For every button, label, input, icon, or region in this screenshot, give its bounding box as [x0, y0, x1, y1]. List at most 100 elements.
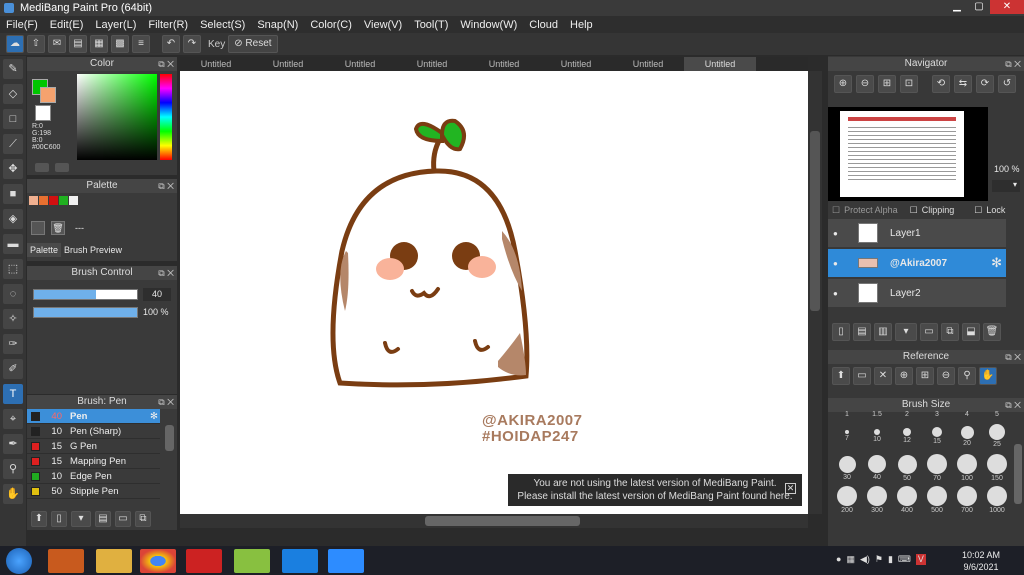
layer-row[interactable]: ● Layer2 [828, 279, 1006, 307]
brush-size-cell[interactable]: 20 [952, 420, 982, 452]
panel-close-icon[interactable]: ⧉ ✕ [1005, 350, 1021, 364]
panel-close-icon[interactable]: ⧉ ✕ [1005, 57, 1021, 71]
brush-size-cell[interactable]: 12 [892, 420, 922, 452]
select-tool-icon[interactable]: ⬚ [3, 259, 23, 279]
brush-size-cell[interactable]: 500 [922, 484, 952, 516]
reference-eyedropper-icon[interactable]: ⚲ [958, 367, 976, 385]
tray-keyboard-icon[interactable]: ⌨ [898, 554, 911, 565]
duplicate-layer-icon[interactable]: ⧉ [941, 323, 959, 341]
reference-zoom-in-icon[interactable]: ⊕ [895, 367, 913, 385]
brush-size-cell[interactable]: 70 [922, 452, 952, 484]
zoom-out-icon[interactable]: ⊖ [856, 75, 874, 93]
tray-flag-icon[interactable]: ⚑ [875, 554, 883, 565]
menu-help[interactable]: Help [564, 19, 599, 31]
greenshot-icon[interactable] [234, 549, 270, 573]
protect-alpha-checkbox[interactable]: ☐ [832, 205, 840, 216]
canvas-horizontal-scrollbar[interactable] [180, 514, 808, 528]
update-notice[interactable]: You are not using the latest version of … [508, 474, 802, 506]
eraser-tool-icon[interactable]: ◇ [3, 84, 23, 104]
redo-icon[interactable]: ↷ [183, 35, 201, 53]
brush-size-cell[interactable]: 1000 [982, 484, 1012, 516]
tray-volume-icon[interactable]: ◀) [860, 554, 870, 565]
zoom-icon[interactable] [328, 549, 364, 573]
brush-dropdown-icon[interactable]: ▾ [71, 511, 91, 527]
brush-item-pen[interactable]: 40 Pen ✻ [27, 409, 160, 424]
tab-document[interactable]: Untitled [396, 57, 468, 71]
palette-swatch[interactable] [29, 196, 38, 205]
panel-close-icon[interactable]: ⧉ ✕ [158, 395, 174, 409]
brush-add-icon[interactable]: ⬆ [31, 511, 47, 527]
palette-add-button[interactable] [31, 221, 45, 235]
brush-item-edge-pen[interactable]: 10 Edge Pen [27, 469, 160, 484]
new-halftone-layer-icon[interactable]: ▤ [853, 323, 871, 341]
tray-network-icon[interactable]: ▦ [846, 554, 855, 565]
brush-size-cell[interactable]: 40 [862, 452, 892, 484]
blend-mode-dropdown[interactable]: ▾ [992, 180, 1020, 192]
layer-settings-icon[interactable]: ✻ [991, 255, 1002, 271]
text-tool-icon[interactable]: T [3, 384, 23, 404]
palette-delete-icon[interactable]: 🗑 [51, 221, 65, 235]
menu-snap[interactable]: Snap(N) [251, 19, 304, 31]
hue-slider[interactable] [160, 74, 172, 160]
clipping-checkbox[interactable]: ☐ [910, 205, 918, 216]
palette-swatch[interactable] [59, 196, 68, 205]
lock-checkbox[interactable]: ☐ [974, 205, 982, 216]
layer-visibility-icon[interactable]: ● [833, 289, 838, 298]
chat-icon[interactable]: ▤ [69, 35, 87, 53]
navigator-preview[interactable] [828, 107, 988, 201]
brush-item-stipple-pen[interactable]: 50 Stipple Pen [27, 484, 160, 499]
reference-folder-icon[interactable]: ▭ [853, 367, 871, 385]
brush-size-cell[interactable]: 10 [862, 420, 892, 452]
tab-document[interactable]: Untitled [468, 57, 540, 71]
palette-swatch[interactable] [49, 196, 58, 205]
notice-close-icon[interactable]: ✕ [785, 483, 796, 494]
chrome-icon[interactable] [140, 549, 176, 573]
palette-swatch[interactable] [69, 196, 78, 205]
line-tool-icon[interactable]: ⟋ [3, 134, 23, 154]
flip-icon[interactable]: ⇆ [954, 75, 972, 93]
brush-copy-icon[interactable]: ▤ [95, 511, 111, 527]
cloud-icon[interactable]: ☁ [6, 35, 24, 53]
zoom-in-icon[interactable]: ⊕ [834, 75, 852, 93]
brush-tool-icon[interactable]: ✎ [3, 59, 23, 79]
scroll-thumb[interactable] [425, 516, 580, 526]
menu-filter[interactable]: Filter(R) [142, 19, 194, 31]
blur-tool-icon[interactable]: ✒ [3, 434, 23, 454]
brush-size-cell[interactable]: 7 [832, 420, 862, 452]
eyedropper-icon[interactable]: ⚲ [3, 459, 23, 479]
reference-zoom-out-icon[interactable]: ⊖ [937, 367, 955, 385]
brush-item-g-pen[interactable]: 15 G Pen [27, 439, 160, 454]
menu-view[interactable]: View(V) [358, 19, 408, 31]
brush-size-cell[interactable]: 50 [892, 452, 922, 484]
drawing-canvas[interactable]: @AKIRA2007 #HOIDAP247 [180, 71, 808, 514]
maximize-button[interactable]: ▢ [968, 0, 990, 14]
tab-palette[interactable]: Palette [27, 243, 62, 257]
reference-open-icon[interactable]: ⬆ [832, 367, 850, 385]
menu-cloud[interactable]: Cloud [523, 19, 564, 31]
brush-duplicate-icon[interactable]: ⧉ [135, 511, 151, 527]
tray-zoom-icon[interactable]: ● [836, 554, 841, 565]
color-mode-button[interactable] [35, 163, 49, 172]
fit-icon[interactable]: ⊞ [878, 75, 896, 93]
file-explorer-icon[interactable] [96, 549, 132, 573]
layer-visibility-icon[interactable]: ● [833, 229, 838, 238]
fill-rect-tool-icon[interactable]: ■ [3, 184, 23, 204]
close-button[interactable]: ✕ [990, 0, 1024, 14]
layer-visibility-icon[interactable]: ● [833, 259, 838, 268]
secondary-color-swatch[interactable] [40, 87, 56, 103]
list-icon[interactable]: ≡ [132, 35, 150, 53]
transparent-swatch[interactable] [35, 105, 51, 121]
tab-document[interactable]: Untitled [324, 57, 396, 71]
brush-size-cell[interactable]: 25 [982, 420, 1012, 452]
operation-tool-icon[interactable]: ⌖ [3, 409, 23, 429]
brush-size-cell[interactable]: 150 [982, 452, 1012, 484]
share-icon[interactable]: ⇧ [27, 35, 45, 53]
panel-close-icon[interactable]: ⧉ ✕ [158, 179, 174, 193]
rectangle-tool-icon[interactable]: □ [3, 109, 23, 129]
menu-color[interactable]: Color(C) [304, 19, 358, 31]
gradient-tool-icon[interactable]: ▬ [3, 234, 23, 254]
actual-size-icon[interactable]: ⊡ [900, 75, 918, 93]
brush-size-cell[interactable]: 15 [922, 420, 952, 452]
tab-document[interactable]: Untitled [180, 57, 252, 71]
tab-brush-preview[interactable]: Brush Preview [61, 243, 125, 257]
